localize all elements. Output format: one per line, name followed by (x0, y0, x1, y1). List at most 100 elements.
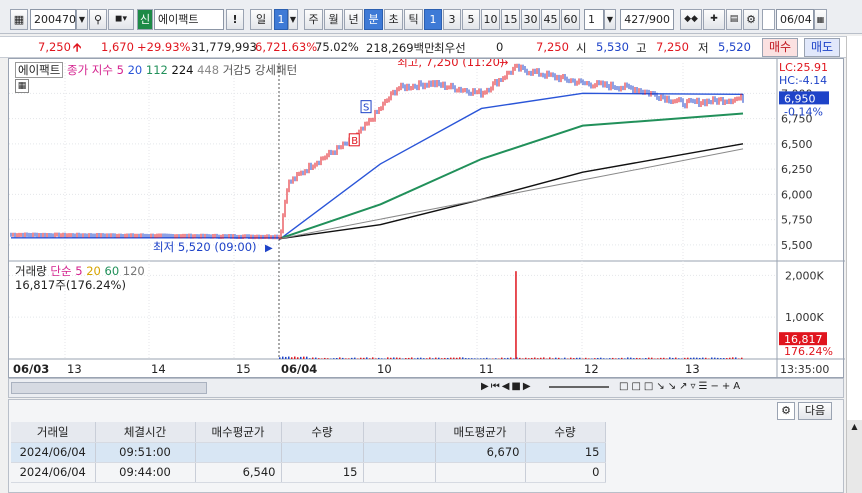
ma-line-20 (278, 92, 744, 241)
count-dropdown-icon[interactable]: ▼ (604, 9, 616, 30)
sell-button[interactable]: 매도 (804, 38, 840, 57)
volume-bar (357, 358, 359, 359)
volume-bar (579, 357, 581, 359)
playback-controls[interactable]: ▶⏮◀■▶ (481, 381, 541, 395)
vol-legend-ma60: 60 (104, 264, 120, 278)
x-tick-label: 15 (236, 362, 251, 376)
new-listing-badge: 신 (137, 9, 153, 30)
chevron-down-icon[interactable]: ▼ (288, 9, 298, 30)
table-row[interactable]: 2024/06/04 09:51:00 6,670 15 (11, 442, 606, 463)
volume-bar (684, 357, 686, 359)
volume-bar (348, 358, 350, 359)
volume-bar (657, 358, 659, 359)
lc-label: LC:25.91 (779, 61, 829, 74)
interval-5-button[interactable]: 5 (462, 9, 480, 30)
interval-15-button[interactable]: 15 (501, 9, 520, 30)
price-chart-panel[interactable]: 7,0006,7506,5006,2506,0005,7505,5002,000… (8, 58, 845, 379)
volume-bar (321, 358, 323, 359)
date-checkbox[interactable] (762, 9, 775, 30)
volume-bar (462, 357, 464, 359)
chart-legend: 에이팩트 종가 지수 5 20 112 224 448 거감5 강세패턴 (15, 62, 297, 78)
col-sell-avg: 매도평균가 (435, 422, 526, 443)
volume-bar (345, 358, 347, 359)
x-tick-label: 14 (151, 362, 166, 376)
crosshair-icon[interactable]: ✚ (703, 9, 725, 30)
date-input[interactable]: 06/04 (776, 9, 814, 30)
volume-bar (570, 357, 572, 359)
vol-legend-title: 거래량 (15, 264, 47, 278)
period-weekly-button[interactable]: 주 (304, 9, 323, 30)
volume-bar (669, 357, 671, 359)
table-icon[interactable]: ▦ (15, 79, 29, 93)
volume-bar (504, 358, 506, 359)
volume-bar (426, 358, 428, 359)
quote-bar: 7,250 🡩 1,670 +29.93% 31,779,993 6,721.6… (0, 36, 862, 58)
interval-45-button[interactable]: 45 (541, 9, 560, 30)
volume-bar (723, 358, 725, 359)
volume-bar (363, 357, 365, 359)
current-time-label: 13:35:00 (780, 363, 829, 376)
order-scrollbar[interactable]: ▲ (846, 420, 862, 493)
period-tick-button[interactable]: 틱 (404, 9, 423, 30)
buy-button[interactable]: 매수 (762, 38, 798, 57)
speaker-icon[interactable]: ◼▾ (108, 9, 134, 30)
cell-date: 2024/06/04 (11, 442, 96, 463)
interval-3-button[interactable]: 3 (443, 9, 461, 30)
chart-scrollbar[interactable] (11, 382, 207, 394)
volume-bar (636, 357, 638, 359)
zoom-slider[interactable] (549, 386, 609, 388)
period-minute-button[interactable]: 분 (364, 9, 383, 30)
period-count-select[interactable]: 1 (274, 9, 288, 30)
volume-bar (534, 357, 536, 359)
calendar-icon[interactable]: ▦ (814, 9, 827, 30)
candle-type-icon[interactable]: ◆◆ (680, 9, 702, 30)
volume-bar (702, 357, 704, 359)
period-yearly-button[interactable]: 년 (344, 9, 363, 30)
volume-bar (639, 358, 641, 359)
count-input[interactable]: 1 (584, 9, 604, 30)
ma-line-448 (278, 148, 744, 240)
best-price: 7,250 (536, 40, 569, 54)
volume-bar (417, 357, 419, 359)
warning-icon[interactable]: ! (226, 9, 244, 30)
code-dropdown-icon[interactable]: ▼ (76, 9, 88, 30)
volume-bar (396, 357, 398, 359)
save-icon[interactable]: ▤ (726, 9, 742, 30)
volume-bar (585, 357, 587, 359)
chart-canvas[interactable]: 7,0006,7506,5006,2506,0005,7505,5002,000… (9, 59, 845, 379)
volume-bar (327, 358, 329, 359)
volume-bar (432, 358, 434, 359)
best-value: 0 (496, 40, 504, 54)
interval-60-button[interactable]: 60 (561, 9, 580, 30)
volume-bar (603, 358, 605, 359)
stock-code-input[interactable]: 200470 (30, 9, 76, 30)
layout-icon[interactable]: ▦ (10, 9, 28, 30)
volume-bar (741, 357, 743, 359)
trade-amount: 218,269백만 (366, 41, 435, 55)
col-sell-qty: 수량 (525, 422, 606, 443)
period-second-button[interactable]: 초 (384, 9, 403, 30)
col-buy-qty: 수량 (281, 422, 364, 443)
gear-icon[interactable]: ⚙ (777, 402, 795, 420)
gear-icon[interactable]: ⚙ (743, 9, 759, 30)
interval-1-button[interactable]: 1 (424, 9, 442, 30)
volume-bar (360, 357, 362, 359)
interval-10-button[interactable]: 10 (481, 9, 500, 30)
table-row[interactable]: 2024/06/04 09:44:00 6,540 15 0 (11, 462, 606, 483)
volume-bar (324, 357, 326, 359)
open-label: 시 (576, 41, 587, 55)
volume-bar (651, 357, 653, 359)
search-icon[interactable]: ⚲ (89, 9, 107, 30)
period-monthly-button[interactable]: 월 (324, 9, 343, 30)
interval-30-button[interactable]: 30 (521, 9, 540, 30)
arrow-up-icon: 🡩 (73, 40, 82, 54)
scroll-up-icon[interactable]: ▲ (847, 420, 862, 434)
period-daily-button[interactable]: 일 (250, 9, 272, 30)
volume-bar (318, 358, 320, 359)
volume-bar (624, 358, 626, 359)
next-button[interactable]: 다음 (798, 402, 832, 420)
drawing-tools[interactable]: □□□↘↘↗▿☰−+A (619, 381, 839, 395)
volume-bar (483, 358, 485, 359)
cell-buy-avg (195, 442, 282, 463)
legend-title: 에이팩트 (15, 62, 64, 78)
